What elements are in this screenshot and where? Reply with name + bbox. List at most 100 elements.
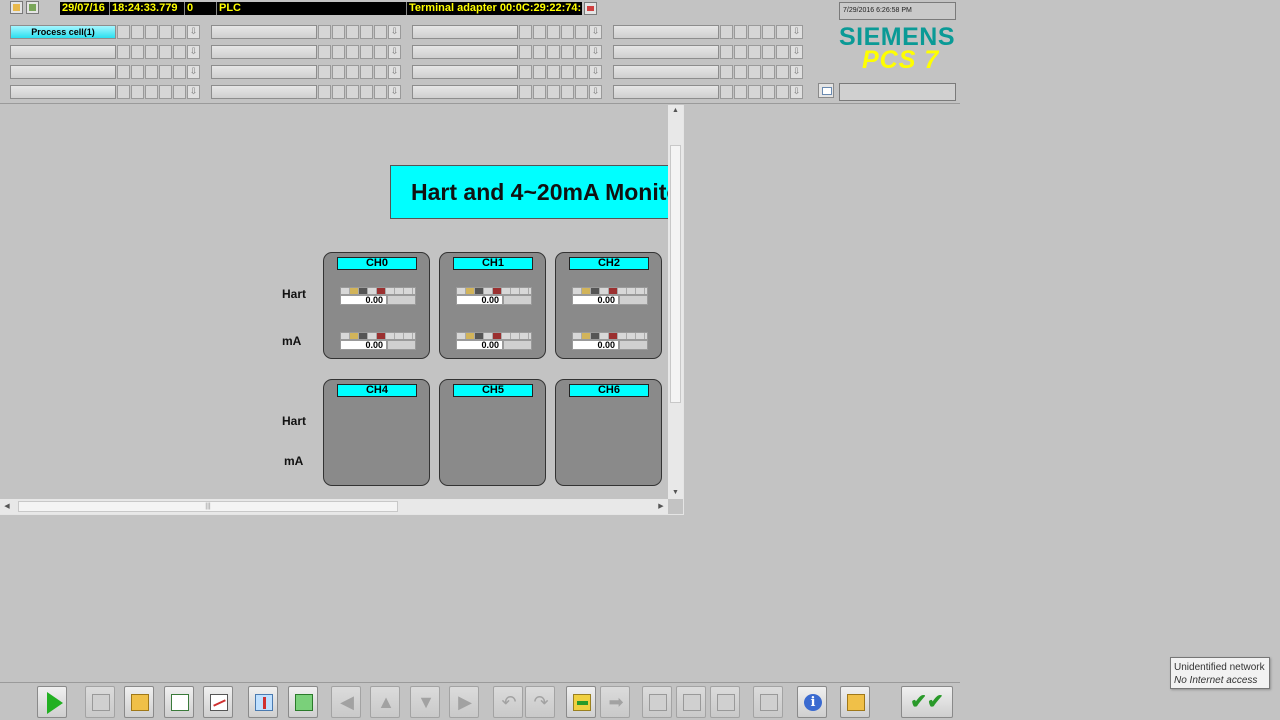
area-status-cell[interactable]	[145, 45, 158, 59]
area-button[interactable]	[412, 65, 518, 79]
arrow-right-button[interactable]: ▶	[449, 686, 479, 718]
area-status-cell[interactable]	[533, 65, 546, 79]
hart-faceplate[interactable]: 0.00	[572, 287, 648, 307]
area-button[interactable]	[211, 25, 317, 39]
area-status-cell[interactable]	[575, 65, 588, 79]
message-ack-icon[interactable]	[584, 2, 597, 15]
area-status-cell[interactable]	[332, 45, 345, 59]
hart-faceplate[interactable]: 0.00	[340, 287, 416, 307]
area-expand-icon[interactable]: ⇩	[388, 45, 401, 59]
area-status-cell[interactable]	[734, 25, 747, 39]
arrow-down-button[interactable]: ▼	[410, 686, 440, 718]
area-status-cell[interactable]	[762, 45, 775, 59]
window-save-button[interactable]	[676, 686, 706, 718]
area-expand-icon[interactable]: ⇩	[187, 25, 200, 39]
area-status-cell[interactable]	[762, 65, 775, 79]
area-expand-icon[interactable]: ⇩	[790, 85, 803, 99]
area-status-cell[interactable]	[575, 85, 588, 99]
new-picture-button[interactable]	[124, 686, 154, 718]
area-expand-icon[interactable]: ⇩	[589, 25, 602, 39]
alarm-list-button[interactable]	[164, 686, 194, 718]
area-status-cell[interactable]	[748, 45, 761, 59]
area-button[interactable]	[412, 25, 518, 39]
area-expand-icon[interactable]: ⇩	[187, 85, 200, 99]
goto-button[interactable]	[566, 686, 596, 718]
scroll-left-icon[interactable]: ◀	[0, 499, 14, 514]
vertical-scroll-thumb[interactable]	[670, 145, 681, 403]
window-stack-button[interactable]	[642, 686, 672, 718]
area-status-cell[interactable]	[318, 85, 331, 99]
area-button[interactable]	[613, 45, 719, 59]
area-status-cell[interactable]	[117, 25, 130, 39]
area-status-cell[interactable]	[145, 85, 158, 99]
ma-faceplate[interactable]: 0.00	[340, 332, 416, 352]
monitor-view-button[interactable]	[753, 686, 783, 718]
area-status-cell[interactable]	[332, 25, 345, 39]
switch-button[interactable]	[288, 686, 318, 718]
area-status-cell[interactable]	[734, 65, 747, 79]
area-status-cell[interactable]	[332, 85, 345, 99]
area-status-cell[interactable]	[720, 45, 733, 59]
area-button[interactable]	[613, 25, 719, 39]
area-status-cell[interactable]	[346, 45, 359, 59]
area-status-cell[interactable]	[533, 45, 546, 59]
area-status-cell[interactable]	[332, 65, 345, 79]
area-status-cell[interactable]	[131, 85, 144, 99]
area-button[interactable]: Process cell(1)	[10, 25, 116, 39]
area-status-cell[interactable]	[519, 85, 532, 99]
area-status-cell[interactable]	[748, 85, 761, 99]
area-status-cell[interactable]	[547, 45, 560, 59]
area-expand-icon[interactable]: ⇩	[589, 85, 602, 99]
next-button[interactable]: ➡	[600, 686, 630, 718]
area-status-cell[interactable]	[720, 25, 733, 39]
area-status-cell[interactable]	[776, 65, 789, 79]
area-button[interactable]	[613, 65, 719, 79]
area-button[interactable]	[613, 85, 719, 99]
ma-faceplate[interactable]: 0.00	[572, 332, 648, 352]
area-status-cell[interactable]	[374, 45, 387, 59]
hart-faceplate[interactable]: 0.00	[456, 287, 532, 307]
area-status-cell[interactable]	[360, 85, 373, 99]
temperature-button[interactable]	[248, 686, 278, 718]
area-status-cell[interactable]	[346, 85, 359, 99]
area-status-cell[interactable]	[145, 25, 158, 39]
area-status-cell[interactable]	[720, 85, 733, 99]
area-status-cell[interactable]	[360, 25, 373, 39]
area-status-cell[interactable]	[776, 45, 789, 59]
area-button[interactable]	[211, 65, 317, 79]
area-status-cell[interactable]	[748, 25, 761, 39]
alarm-toggle-icon[interactable]	[10, 1, 23, 14]
area-status-cell[interactable]	[533, 25, 546, 39]
area-status-cell[interactable]	[748, 65, 761, 79]
area-status-cell[interactable]	[173, 25, 186, 39]
area-status-cell[interactable]	[159, 85, 172, 99]
scroll-right-icon[interactable]: ▶	[654, 499, 668, 514]
area-status-cell[interactable]	[575, 45, 588, 59]
area-status-cell[interactable]	[519, 45, 532, 59]
area-status-cell[interactable]	[533, 85, 546, 99]
area-status-cell[interactable]	[519, 25, 532, 39]
area-status-cell[interactable]	[547, 25, 560, 39]
info-button[interactable]: i	[797, 686, 827, 718]
area-status-cell[interactable]	[561, 65, 574, 79]
area-status-cell[interactable]	[318, 25, 331, 39]
area-status-cell[interactable]	[519, 65, 532, 79]
area-status-cell[interactable]	[145, 65, 158, 79]
area-status-cell[interactable]	[173, 85, 186, 99]
area-expand-icon[interactable]: ⇩	[790, 25, 803, 39]
area-status-cell[interactable]	[734, 45, 747, 59]
arrow-up-button[interactable]: ▲	[370, 686, 400, 718]
play-button[interactable]	[37, 686, 67, 718]
area-status-cell[interactable]	[360, 65, 373, 79]
area-button[interactable]	[412, 45, 518, 59]
area-expand-icon[interactable]: ⇩	[388, 25, 401, 39]
undo-button[interactable]: ↶	[493, 686, 523, 718]
scroll-up-icon[interactable]: ▲	[668, 105, 683, 117]
tag-search-field[interactable]	[839, 83, 956, 101]
area-status-cell[interactable]	[117, 85, 130, 99]
area-status-cell[interactable]	[374, 65, 387, 79]
area-expand-icon[interactable]: ⇩	[388, 65, 401, 79]
acknowledge-button[interactable]: ✔✔	[901, 686, 953, 718]
acknowledge-page-icon[interactable]	[26, 1, 39, 14]
area-status-cell[interactable]	[575, 25, 588, 39]
